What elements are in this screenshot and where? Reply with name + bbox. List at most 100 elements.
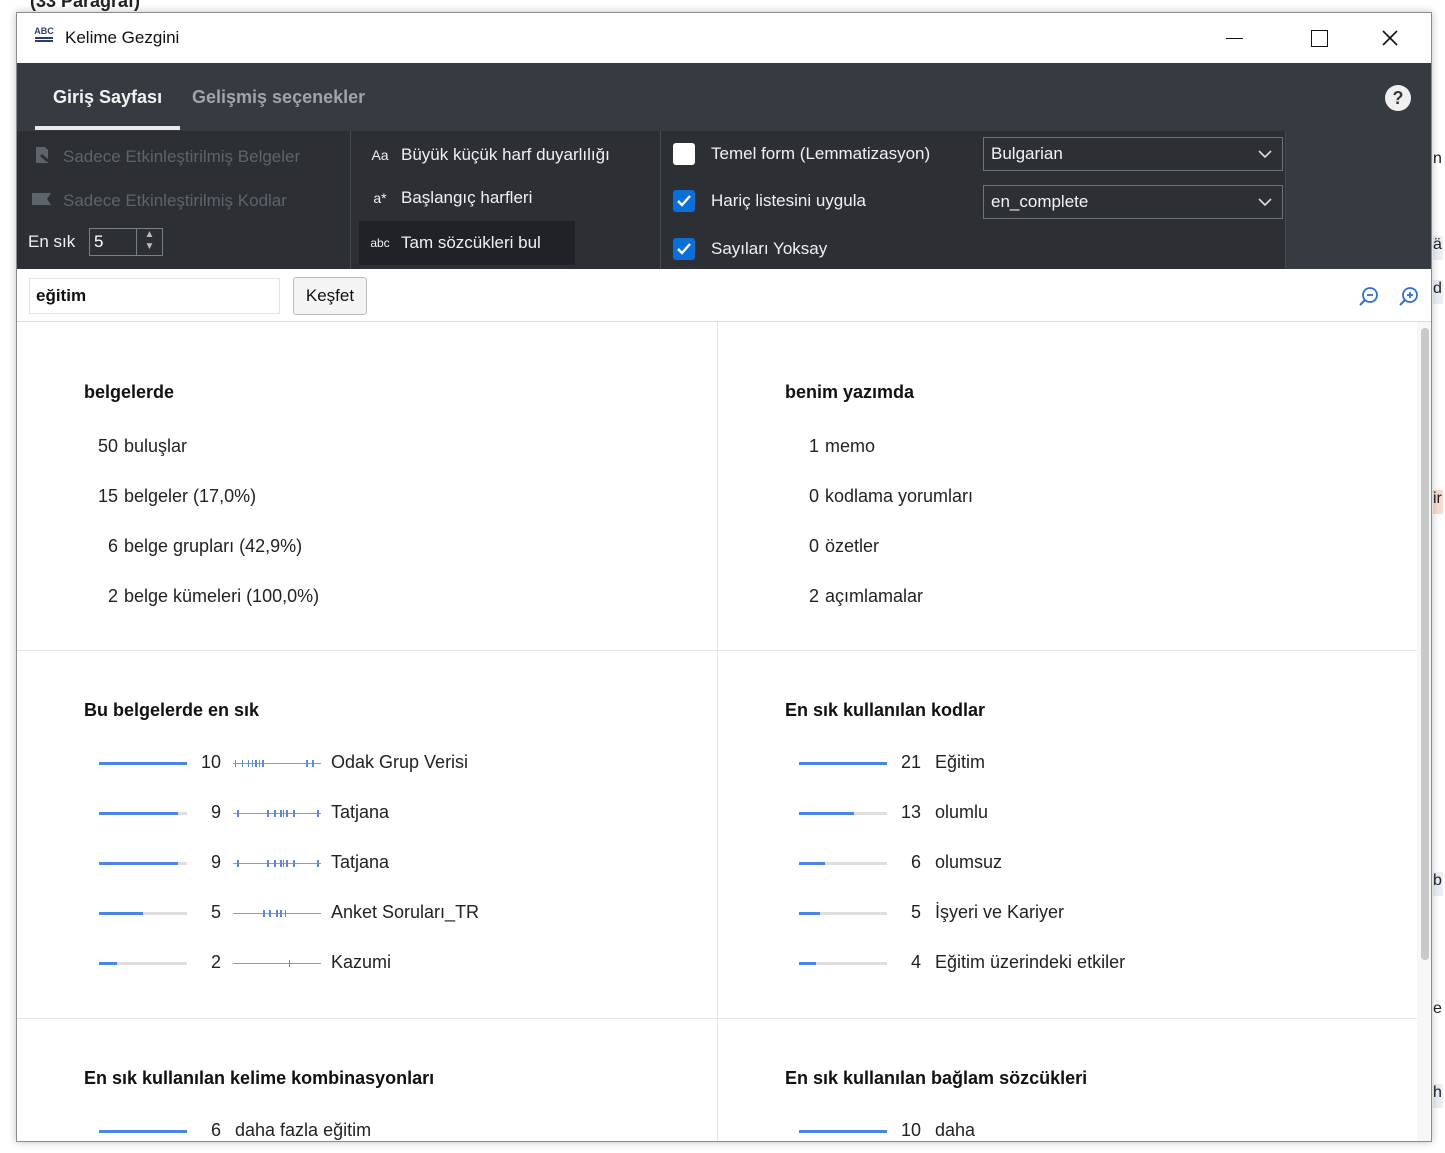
- distribution-tick: [312, 760, 314, 767]
- distribution-strip: [233, 960, 321, 967]
- background-fragment: b: [1433, 872, 1443, 896]
- options-area: Sadece Etkinleştirilmiş Belgeler Sadece …: [17, 131, 1431, 269]
- bar-row[interactable]: 2 Kazumi: [99, 952, 659, 976]
- frequency-number: 21: [900, 752, 921, 772]
- help-icon[interactable]: ?: [1385, 85, 1411, 111]
- word-explorer-app-icon: ABC: [33, 27, 55, 47]
- search-input[interactable]: [29, 278, 280, 314]
- window-title: Kelime Gezgini: [65, 28, 180, 47]
- options-group-empty: [1285, 131, 1431, 269]
- only-activated-documents-option[interactable]: Sadece Etkinleştirilmiş Belgeler: [31, 145, 300, 168]
- bar-row[interactable]: 6 olumsuz: [799, 852, 1359, 876]
- title-bar: ABC Kelime Gezgini: [17, 13, 1431, 63]
- only-activated-codes-option[interactable]: Sadece Etkinleştirilmiş Kodlar: [31, 190, 287, 211]
- bar-row[interactable]: 10 daha: [799, 1120, 1359, 1141]
- frequency-bar: [99, 812, 187, 815]
- scrollbar-thumb[interactable]: [1421, 328, 1429, 960]
- distribution-tick: [267, 810, 269, 817]
- bar-row[interactable]: 5 İşyeri ve Kariyer: [799, 902, 1359, 926]
- language-select[interactable]: Bulgarian: [983, 137, 1283, 171]
- apply-stoplist-option[interactable]: Hariç listesini uygula: [673, 188, 866, 214]
- case-sensitive-option[interactable]: Aa Büyük küçük harf duyarlılığı: [369, 145, 609, 165]
- lemmatization-option[interactable]: Temel form (Lemmatizasyon): [673, 141, 930, 167]
- tab-home[interactable]: Giriş Sayfası: [53, 87, 162, 108]
- bar-row[interactable]: 10 Odak Grup Verisi: [99, 752, 659, 776]
- distribution-strip: [233, 910, 321, 917]
- frequency-bar-fill: [799, 912, 821, 915]
- item-label: olumlu: [935, 802, 989, 822]
- vertical-scrollbar[interactable]: [1417, 322, 1431, 1141]
- lemmatization-checkbox[interactable]: [673, 143, 695, 165]
- frequency-bar-fill: [99, 862, 179, 865]
- ignore-numbers-checkbox[interactable]: [673, 238, 695, 260]
- background-fragment: d: [1433, 280, 1443, 304]
- frequency-number: 5: [910, 902, 921, 922]
- stat-label: kodlama yorumları: [825, 486, 974, 506]
- item-label: Odak Grup Verisi: [331, 752, 469, 772]
- distribution-tick: [317, 810, 319, 817]
- bar-row[interactable]: 13 olumlu: [799, 802, 1359, 826]
- stat-number: 1: [808, 436, 819, 456]
- close-icon: [1382, 30, 1398, 46]
- frequency-number: 10: [900, 1120, 921, 1140]
- distribution-tick: [237, 860, 239, 867]
- ignore-numbers-option[interactable]: Sayıları Yoksay: [673, 236, 827, 262]
- stat-number: 15: [97, 486, 118, 506]
- frequency-number: 9: [210, 802, 221, 822]
- frequency-bar-fill: [99, 1130, 187, 1133]
- panel-title: En sık kullanılan kelime kombinasyonları: [84, 1068, 435, 1088]
- apply-stoplist-label: Hariç listesini uygula: [711, 191, 866, 210]
- distribution-tick: [282, 810, 285, 817]
- stoplist-select-value: en_complete: [991, 192, 1089, 211]
- bar-row[interactable]: 6 daha fazla eğitim: [99, 1120, 659, 1141]
- zoom-out-icon[interactable]: [1357, 284, 1381, 308]
- frequency-number: 6: [910, 852, 921, 872]
- bar-row[interactable]: 21 Eğitim: [799, 752, 1359, 776]
- distribution-strip: [233, 760, 321, 767]
- frequency-bar-fill: [799, 962, 816, 965]
- stoplist-select[interactable]: en_complete: [983, 185, 1283, 219]
- stat-number: 0: [808, 536, 819, 556]
- stat-number: 50: [97, 436, 118, 456]
- code-filter-icon: [31, 190, 53, 211]
- frequency-bar-fill: [799, 812, 854, 815]
- most-frequent-value: 5: [94, 232, 104, 251]
- spinbox-arrows-icon[interactable]: ▲ ▼: [136, 229, 162, 255]
- results-content: belgelerde 50 buluşlar 15 belgeler (17,0%)…: [17, 322, 1431, 1141]
- panel-title: belgelerde: [84, 382, 175, 402]
- zoom-in-icon[interactable]: [1397, 284, 1421, 308]
- stat-label: memo: [825, 436, 876, 456]
- close-button[interactable]: [1351, 13, 1429, 63]
- tab-advanced-options[interactable]: Gelişmiş seçenekler: [192, 87, 365, 108]
- only-activated-documents-label: Sadece Etkinleştirilmiş Belgeler: [63, 146, 301, 166]
- frequency-bar: [99, 1130, 187, 1133]
- panel-title: En sık kullanılan kodlar: [785, 700, 986, 720]
- item-label: daha: [935, 1120, 976, 1140]
- item-label: Tatjana: [331, 852, 390, 872]
- bar-row[interactable]: 5 Anket Soruları_TR: [99, 902, 659, 926]
- whole-words-option[interactable]: abc Tam sözcükleri bul: [359, 221, 575, 265]
- frequency-bar: [799, 862, 887, 865]
- distribution-tick: [274, 810, 276, 817]
- frequency-bar-fill: [799, 862, 825, 865]
- stat-label: belge grupları (42,9%): [124, 536, 303, 556]
- apply-stoplist-checkbox[interactable]: [673, 190, 695, 212]
- start-letters-option[interactable]: a* Başlangıç harfleri: [369, 188, 532, 208]
- bar-row[interactable]: 9 Tatjana: [99, 852, 659, 876]
- bar-row[interactable]: 4 Eğitim üzerindeki etkiler: [799, 952, 1359, 976]
- frequency-bar: [99, 862, 187, 865]
- most-frequent-spinbox[interactable]: 5 ▲ ▼: [89, 228, 163, 256]
- chevron-down-icon: [1258, 186, 1272, 218]
- minimize-button[interactable]: [1195, 13, 1273, 63]
- list-item: 2 belge kümeleri (100,0%): [78, 586, 319, 607]
- list-item: 6 belge grupları (42,9%): [78, 536, 302, 557]
- distribution-tick: [317, 860, 319, 867]
- frequency-bar: [799, 762, 887, 765]
- explore-button[interactable]: Keşfet: [293, 277, 367, 315]
- item-label: Eğitim üzerindeki etkiler: [935, 952, 1126, 972]
- maximize-button[interactable]: [1280, 13, 1358, 63]
- list-item: 0 özetler: [779, 536, 879, 557]
- panel-title: benim yazımda: [785, 382, 915, 402]
- distribution-tick: [284, 910, 287, 917]
- bar-row[interactable]: 9 Tatjana: [99, 802, 659, 826]
